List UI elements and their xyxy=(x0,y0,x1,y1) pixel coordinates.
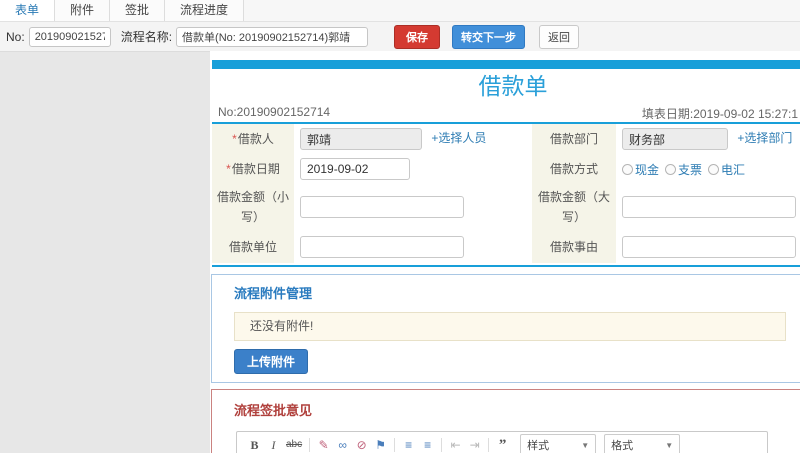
radio-icon xyxy=(665,163,677,175)
ordered-list-icon[interactable]: ≡ xyxy=(402,437,415,453)
process-name-label: 流程名称: xyxy=(120,30,173,44)
tab-progress[interactable]: 流程进度 xyxy=(165,0,245,21)
tab-form[interactable]: 表单 xyxy=(0,0,56,21)
tab-attachments[interactable]: 附件 xyxy=(55,0,111,21)
loan-unit-label: 借款单位 xyxy=(212,230,294,263)
radio-cash[interactable]: 现金 xyxy=(622,161,659,178)
tab-approval[interactable]: 签批 xyxy=(110,0,166,21)
outdent-icon[interactable]: ⇤ xyxy=(449,437,462,453)
radio-cheque[interactable]: 支票 xyxy=(665,161,702,178)
toolbar-separator xyxy=(441,438,443,453)
header-accent-bar xyxy=(212,60,800,69)
format-dropdown[interactable]: 格式 ▼ xyxy=(604,434,681,453)
upload-attachment-button[interactable]: 上传附件 xyxy=(234,348,309,374)
loan-reason-input[interactable] xyxy=(622,235,796,258)
amount-lower-label: 借款金额（小写） xyxy=(212,184,294,231)
attachments-panel-title: 流程附件管理 xyxy=(234,285,313,301)
unordered-list-icon[interactable]: ≡ xyxy=(421,437,434,453)
required-mark: * xyxy=(232,131,237,146)
editor-toolbar: B I abc ✎ ∞ ⊘ ⚑ ≡ ≡ ⇤ ⇥ ” 样式 ▼ 格式 ▼ xyxy=(237,432,767,453)
toolbar-separator xyxy=(309,438,311,453)
loan-unit-input[interactable] xyxy=(300,235,464,258)
chevron-down-icon: ▼ xyxy=(581,440,590,450)
required-mark: * xyxy=(226,161,231,176)
italic-icon[interactable]: I xyxy=(267,437,280,453)
loan-date-label: *借款日期 xyxy=(212,154,294,184)
loan-date-input[interactable] xyxy=(300,158,410,180)
attachments-panel: 流程附件管理 还没有附件! 上传附件 xyxy=(211,273,800,383)
link-icon[interactable]: ∞ xyxy=(336,437,349,453)
no-attachments-message: 还没有附件! xyxy=(234,311,786,341)
no-input[interactable] xyxy=(28,26,111,47)
radio-icon xyxy=(622,163,633,175)
indent-icon[interactable]: ⇥ xyxy=(468,437,481,453)
amount-lower-input[interactable] xyxy=(300,196,464,219)
form-no: No:20190902152714 xyxy=(218,105,331,119)
process-name-input[interactable] xyxy=(176,26,369,47)
toolbar-separator xyxy=(394,438,396,453)
tab-bar: 表单 附件 签批 流程进度 xyxy=(0,0,800,22)
anchor-icon[interactable]: ⚑ xyxy=(374,437,387,453)
borrower-label: *借款人 xyxy=(212,124,294,154)
remove-format-icon[interactable]: ✎ xyxy=(317,437,330,453)
unlink-icon[interactable]: ⊘ xyxy=(355,437,368,453)
table-row: 借款单位 借款事由 xyxy=(212,230,800,263)
radio-wire[interactable]: 电汇 xyxy=(708,161,745,178)
borrower-input[interactable] xyxy=(300,128,422,150)
form-meta-row: No:20190902152714 填表日期:2019-09-02 15:27:… xyxy=(210,105,800,121)
table-row: 借款金额（小写） 借款金额（大写） xyxy=(212,184,800,231)
toolbar: No: 流程名称: 保存 转交下一步 返回 xyxy=(0,22,800,52)
table-row: *借款日期 借款方式 现金 支票 电汇 xyxy=(212,154,800,184)
save-button[interactable]: 保存 xyxy=(394,24,441,49)
approval-panel: 流程签批意见 B I abc ✎ ∞ ⊘ ⚑ ≡ ≡ ⇤ ⇥ ” 样式 ▼ 格式… xyxy=(211,388,800,453)
approval-panel-title: 流程签批意见 xyxy=(234,402,313,418)
forward-next-step-button[interactable]: 转交下一步 xyxy=(452,24,526,49)
style-dropdown[interactable]: 样式 ▼ xyxy=(520,434,597,453)
page-title: 借款单 xyxy=(478,73,548,99)
toolbar-separator xyxy=(488,438,490,453)
table-row: *借款人 +选择人员 借款部门 +选择部门 xyxy=(212,124,800,154)
select-department-link[interactable]: +选择部门 xyxy=(737,131,792,145)
form-fill-date: 填表日期:2019-09-02 15:27:1 xyxy=(641,107,798,121)
select-person-link[interactable]: +选择人员 xyxy=(431,131,486,145)
no-label: No: xyxy=(6,29,25,44)
loan-form-table: *借款人 +选择人员 借款部门 +选择部门 *借款日期 借款方式 xyxy=(212,124,800,263)
main-panel: 借款单 No:20190902152714 填表日期:2019-09-02 15… xyxy=(210,51,800,453)
screen: 表单 附件 签批 流程进度 No: 流程名称: 保存 转交下一步 返回 借款单 … xyxy=(0,0,800,453)
department-label: 借款部门 xyxy=(532,124,616,154)
bold-icon[interactable]: B xyxy=(248,437,261,453)
divider xyxy=(212,264,800,267)
amount-upper-label: 借款金额（大写） xyxy=(532,184,616,231)
strikethrough-icon[interactable]: abc xyxy=(286,437,302,453)
chevron-down-icon: ▼ xyxy=(665,440,674,450)
radio-icon xyxy=(708,163,720,175)
back-button[interactable]: 返回 xyxy=(539,24,580,49)
loan-method-label: 借款方式 xyxy=(532,154,616,184)
department-input[interactable] xyxy=(622,128,728,150)
rich-text-editor: B I abc ✎ ∞ ⊘ ⚑ ≡ ≡ ⇤ ⇥ ” 样式 ▼ 格式 ▼ xyxy=(236,430,768,453)
blockquote-icon[interactable]: ” xyxy=(496,437,509,453)
loan-method-radios: 现金 支票 电汇 xyxy=(622,161,751,178)
loan-reason-label: 借款事由 xyxy=(532,230,616,263)
amount-upper-input[interactable] xyxy=(622,196,796,219)
